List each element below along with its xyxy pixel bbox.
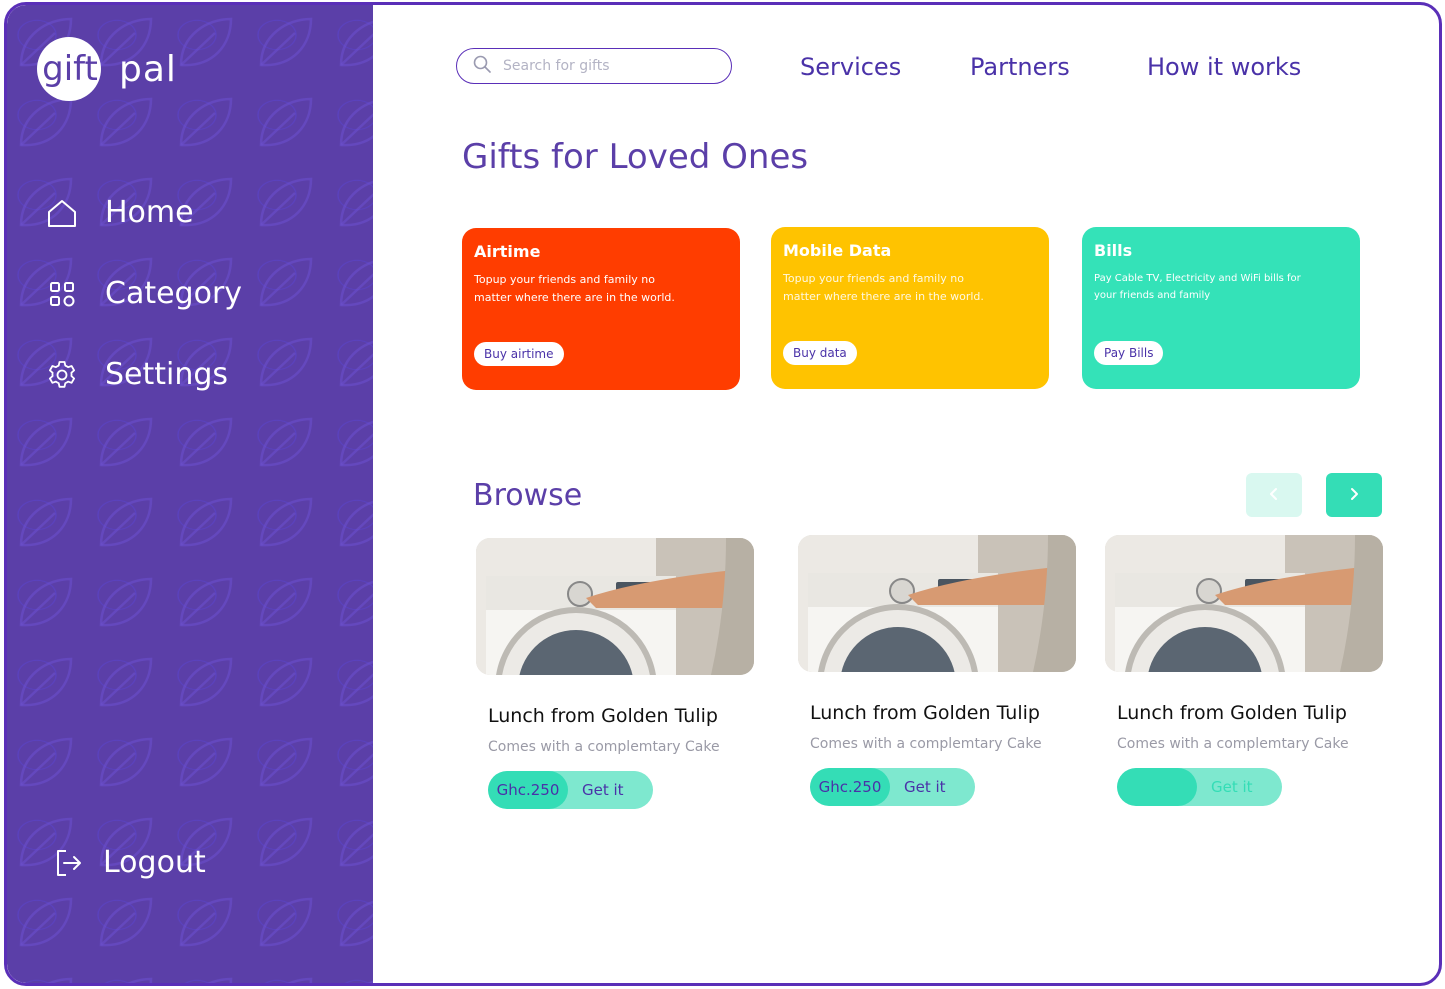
sidebar-item-label: Settings bbox=[105, 357, 229, 392]
search-icon bbox=[473, 55, 491, 77]
home-icon bbox=[45, 196, 79, 230]
product-card[interactable]: Lunch from Golden Tulip Comes with a com… bbox=[1105, 535, 1385, 806]
product-subtitle: Comes with a complemtary Cake bbox=[488, 739, 720, 755]
search-bar[interactable] bbox=[456, 48, 732, 84]
search-input[interactable] bbox=[503, 58, 703, 74]
logout-icon bbox=[51, 846, 85, 880]
product-title: Lunch from Golden Tulip bbox=[1117, 702, 1347, 724]
sidebar-item-category[interactable]: Category bbox=[45, 276, 242, 311]
product-card[interactable]: Lunch from Golden Tulip Comes with a com… bbox=[476, 538, 756, 809]
logo-circle: gift bbox=[37, 37, 101, 101]
airtime-card: Airtime Topup your friends and family no… bbox=[462, 228, 740, 390]
nav-link-partners[interactable]: Partners bbox=[970, 53, 1070, 81]
product-image-washing-machine bbox=[798, 535, 1076, 672]
card-description: Pay Cable TV, Electricity and WiFi bills… bbox=[1094, 273, 1301, 301]
pay-bills-button[interactable]: Pay Bills bbox=[1094, 341, 1164, 365]
logout-button[interactable]: Logout bbox=[51, 845, 206, 880]
carousel-next-button[interactable] bbox=[1326, 473, 1382, 517]
get-it-label: Get it bbox=[1211, 778, 1253, 796]
sidebar-item-settings[interactable]: Settings bbox=[45, 357, 228, 392]
card-title: Airtime bbox=[474, 242, 541, 261]
card-title: Mobile Data bbox=[783, 241, 892, 260]
bills-card: Bills Pay Cable TV, Electricity and WiFi… bbox=[1082, 227, 1360, 389]
product-card[interactable]: Lunch from Golden Tulip Comes with a com… bbox=[798, 535, 1078, 806]
buy-data-button[interactable]: Buy data bbox=[783, 341, 857, 365]
card-title: Bills bbox=[1094, 241, 1133, 260]
logout-label: Logout bbox=[103, 845, 206, 880]
nav-link-services[interactable]: Services bbox=[800, 53, 901, 81]
product-title: Lunch from Golden Tulip bbox=[810, 702, 1040, 724]
get-it-button[interactable]: Ghc.250 Get it bbox=[488, 771, 653, 809]
product-subtitle: Comes with a complemtary Cake bbox=[1117, 736, 1349, 752]
get-it-label: Get it bbox=[582, 781, 624, 799]
sidebar-item-label: Home bbox=[105, 195, 194, 230]
browse-heading: Browse bbox=[473, 478, 583, 513]
sidebar-item-home[interactable]: Home bbox=[45, 195, 194, 230]
sidebar: gift pal Home Category Settings Logout bbox=[7, 5, 373, 983]
product-price: Ghc.250 bbox=[488, 771, 568, 809]
gear-icon bbox=[45, 358, 79, 392]
nav-link-how-it-works[interactable]: How it works bbox=[1147, 53, 1301, 81]
card-description: Topup your friends and family no matter … bbox=[783, 272, 984, 303]
product-subtitle: Comes with a complemtary Cake bbox=[810, 736, 1042, 752]
page-title: Gifts for Loved Ones bbox=[462, 137, 809, 177]
get-it-button[interactable]: Ghc.250 Get it bbox=[810, 768, 975, 806]
product-title: Lunch from Golden Tulip bbox=[488, 705, 718, 727]
buy-airtime-button[interactable]: Buy airtime bbox=[474, 342, 564, 366]
app-logo[interactable]: gift pal bbox=[37, 37, 177, 101]
product-price: Ghc.250 bbox=[810, 768, 890, 806]
carousel-prev-button[interactable] bbox=[1246, 473, 1302, 517]
grid-icon bbox=[45, 277, 79, 311]
product-image-washing-machine bbox=[1105, 535, 1383, 672]
chevron-left-icon bbox=[1267, 486, 1281, 505]
get-it-label: Get it bbox=[904, 778, 946, 796]
logo-text-pal: pal bbox=[119, 48, 177, 90]
logo-text-gift: gift bbox=[42, 49, 98, 89]
app-window: gift pal Home Category Settings Logout S… bbox=[4, 2, 1442, 986]
product-price bbox=[1117, 768, 1197, 806]
get-it-button[interactable]: Get it bbox=[1117, 768, 1282, 806]
leaf-pattern bbox=[7, 5, 373, 983]
mobile-data-card: Mobile Data Topup your friends and famil… bbox=[771, 227, 1049, 389]
product-image-washing-machine bbox=[476, 538, 754, 675]
sidebar-item-label: Category bbox=[105, 276, 243, 311]
chevron-right-icon bbox=[1347, 486, 1361, 505]
card-description: Topup your friends and family no matter … bbox=[474, 273, 675, 304]
